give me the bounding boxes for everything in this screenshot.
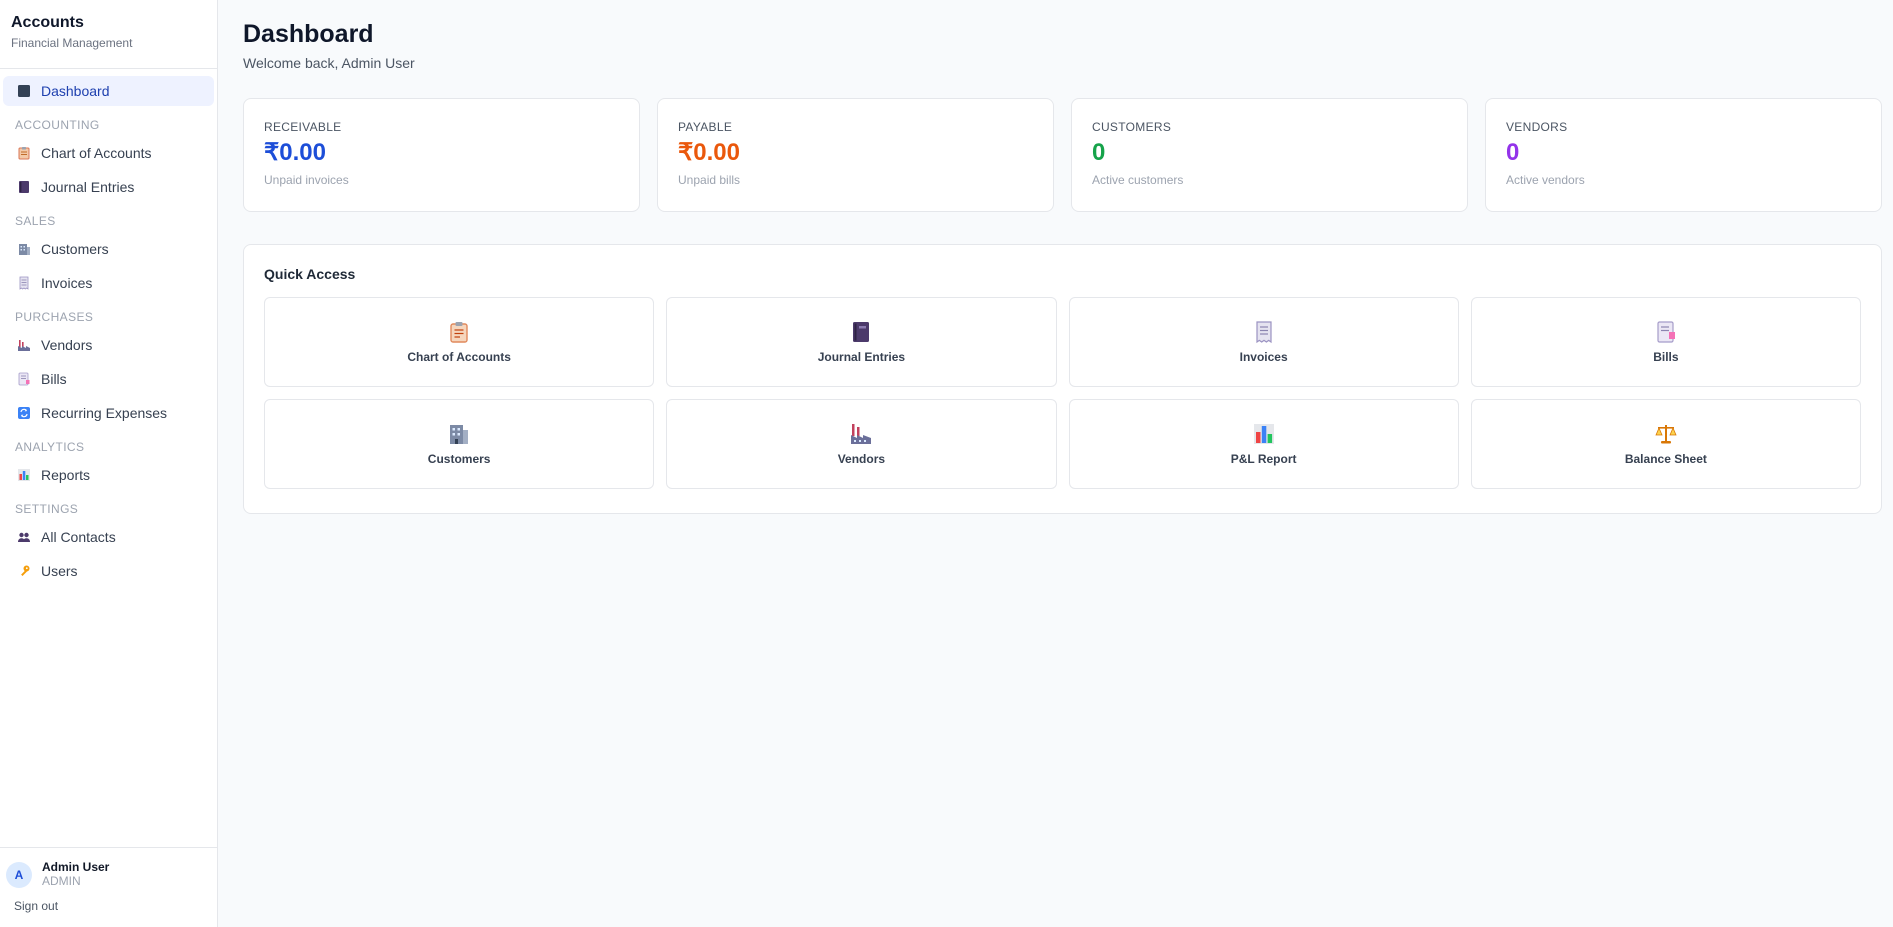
sidebar-item-label: Journal Entries xyxy=(41,179,135,195)
sidebar-item-journal-entries[interactable]: Journal Entries xyxy=(3,172,214,202)
quick-tile-label: P&L Report xyxy=(1230,452,1297,466)
sidebar-item-vendors[interactable]: Vendors xyxy=(3,330,214,360)
stat-note: Unpaid bills xyxy=(678,173,741,187)
sidebar-nav: Dashboard ACCOUNTING Chart of Accounts J… xyxy=(0,69,217,586)
notebook-icon xyxy=(17,180,31,194)
key-icon xyxy=(17,564,31,578)
quick-access-panel: Quick Access Chart of Accounts Journal E… xyxy=(243,244,1882,514)
receipt-icon xyxy=(17,276,31,290)
dashboard-icon xyxy=(17,84,31,98)
user-profile: A Admin User ADMIN xyxy=(6,860,218,889)
sidebar-item-label: Bills xyxy=(41,371,67,387)
quick-tile-customers[interactable]: Customers xyxy=(264,399,655,489)
nav-section-sales: SALES xyxy=(15,214,56,228)
quick-tile-chart-of-accounts[interactable]: Chart of Accounts xyxy=(264,297,655,387)
quick-tile-bills[interactable]: Bills xyxy=(1470,297,1861,387)
page-title: Dashboard xyxy=(243,20,374,48)
nav-section-accounting: ACCOUNTING xyxy=(15,118,100,132)
sidebar-item-label: Reports xyxy=(41,467,91,483)
stat-label: RECEIVABLE xyxy=(264,120,342,134)
users-icon xyxy=(17,530,31,544)
factory-icon xyxy=(17,338,31,352)
quick-tile-balance-sheet[interactable]: Balance Sheet xyxy=(1470,399,1861,489)
sidebar-footer: A Admin User ADMIN Sign out xyxy=(0,847,218,927)
quick-tile-vendors[interactable]: Vendors xyxy=(666,399,1057,489)
quick-tile-pl-report[interactable]: P&L Report xyxy=(1068,399,1459,489)
clipboard-icon xyxy=(17,146,31,160)
sidebar: Accounts Financial Management Dashboard … xyxy=(0,0,218,927)
sidebar-item-recurring-expenses[interactable]: Recurring Expenses xyxy=(3,398,214,428)
notebook-icon xyxy=(849,320,873,344)
quick-tile-label: Customers xyxy=(427,452,491,466)
quick-tile-label: Journal Entries xyxy=(817,350,906,364)
quick-tile-invoices[interactable]: Invoices xyxy=(1068,297,1459,387)
bill-icon xyxy=(17,372,31,386)
sidebar-item-all-contacts[interactable]: All Contacts xyxy=(3,522,214,552)
quick-tile-journal-entries[interactable]: Journal Entries xyxy=(666,297,1057,387)
stat-value: 0 xyxy=(1506,139,1520,166)
brand-title: Accounts xyxy=(11,14,84,31)
sidebar-item-label: All Contacts xyxy=(41,529,116,545)
sidebar-item-label: Recurring Expenses xyxy=(41,405,168,421)
office-building-icon xyxy=(447,422,471,446)
quick-tile-label: Vendors xyxy=(837,452,886,466)
office-building-icon xyxy=(17,242,31,256)
repeat-icon xyxy=(17,406,31,420)
quick-tile-label: Invoices xyxy=(1239,350,1288,364)
stat-card-customers: CUSTOMERS 0 Active customers xyxy=(1071,98,1468,212)
brand-subtitle: Financial Management xyxy=(11,36,133,50)
quick-tile-label: Bills xyxy=(1653,350,1679,364)
bar-chart-icon xyxy=(17,468,31,482)
stat-value: ₹0.00 xyxy=(678,139,740,166)
scales-icon xyxy=(1654,422,1678,446)
stat-card-receivable: RECEIVABLE ₹0.00 Unpaid invoices xyxy=(243,98,640,212)
nav-section-purchases: PURCHASES xyxy=(15,310,94,324)
stat-value: 0 xyxy=(1092,139,1106,166)
factory-icon xyxy=(849,422,873,446)
sidebar-item-label: Customers xyxy=(41,241,109,257)
quick-tile-label: Chart of Accounts xyxy=(407,350,511,364)
sidebar-item-label: Invoices xyxy=(41,275,93,291)
sidebar-item-invoices[interactable]: Invoices xyxy=(3,268,214,298)
sidebar-item-label: Dashboard xyxy=(41,83,110,99)
stat-label: PAYABLE xyxy=(678,120,733,134)
stat-card-vendors: VENDORS 0 Active vendors xyxy=(1485,98,1882,212)
stat-value: ₹0.00 xyxy=(264,139,326,166)
main-content: Dashboard Welcome back, Admin User RECEI… xyxy=(218,0,1893,927)
brand: Accounts Financial Management xyxy=(0,0,217,69)
sidebar-item-reports[interactable]: Reports xyxy=(3,460,214,490)
stat-card-payable: PAYABLE ₹0.00 Unpaid bills xyxy=(657,98,1054,212)
user-role: ADMIN xyxy=(42,874,81,888)
avatar: A xyxy=(6,861,32,888)
sidebar-item-label: Vendors xyxy=(41,337,93,353)
bill-icon xyxy=(1654,320,1678,344)
quick-access-title: Quick Access xyxy=(264,266,356,282)
stats-row: RECEIVABLE ₹0.00 Unpaid invoices PAYABLE… xyxy=(243,98,1882,212)
stat-label: VENDORS xyxy=(1506,120,1568,134)
sidebar-item-label: Users xyxy=(41,563,78,579)
stat-note: Active vendors xyxy=(1506,173,1585,187)
sidebar-item-bills[interactable]: Bills xyxy=(3,364,214,394)
nav-section-analytics: ANALYTICS xyxy=(15,440,85,454)
sidebar-item-customers[interactable]: Customers xyxy=(3,234,214,264)
clipboard-icon xyxy=(447,320,471,344)
sidebar-item-chart-of-accounts[interactable]: Chart of Accounts xyxy=(3,138,214,168)
sidebar-item-users[interactable]: Users xyxy=(3,556,214,586)
stat-note: Unpaid invoices xyxy=(264,173,349,187)
receipt-icon xyxy=(1252,320,1276,344)
quick-access-grid: Chart of Accounts Journal Entries Invoic… xyxy=(264,297,1861,489)
stat-label: CUSTOMERS xyxy=(1092,120,1172,134)
sidebar-item-label: Chart of Accounts xyxy=(41,145,152,161)
quick-tile-label: Balance Sheet xyxy=(1624,452,1707,466)
bar-chart-icon xyxy=(1252,422,1276,446)
sidebar-item-dashboard[interactable]: Dashboard xyxy=(3,76,214,106)
stat-note: Active customers xyxy=(1092,173,1184,187)
page-subtitle: Welcome back, Admin User xyxy=(243,55,415,71)
user-name: Admin User xyxy=(42,860,110,874)
nav-section-settings: SETTINGS xyxy=(15,502,79,516)
sign-out-link[interactable]: Sign out xyxy=(6,899,218,913)
